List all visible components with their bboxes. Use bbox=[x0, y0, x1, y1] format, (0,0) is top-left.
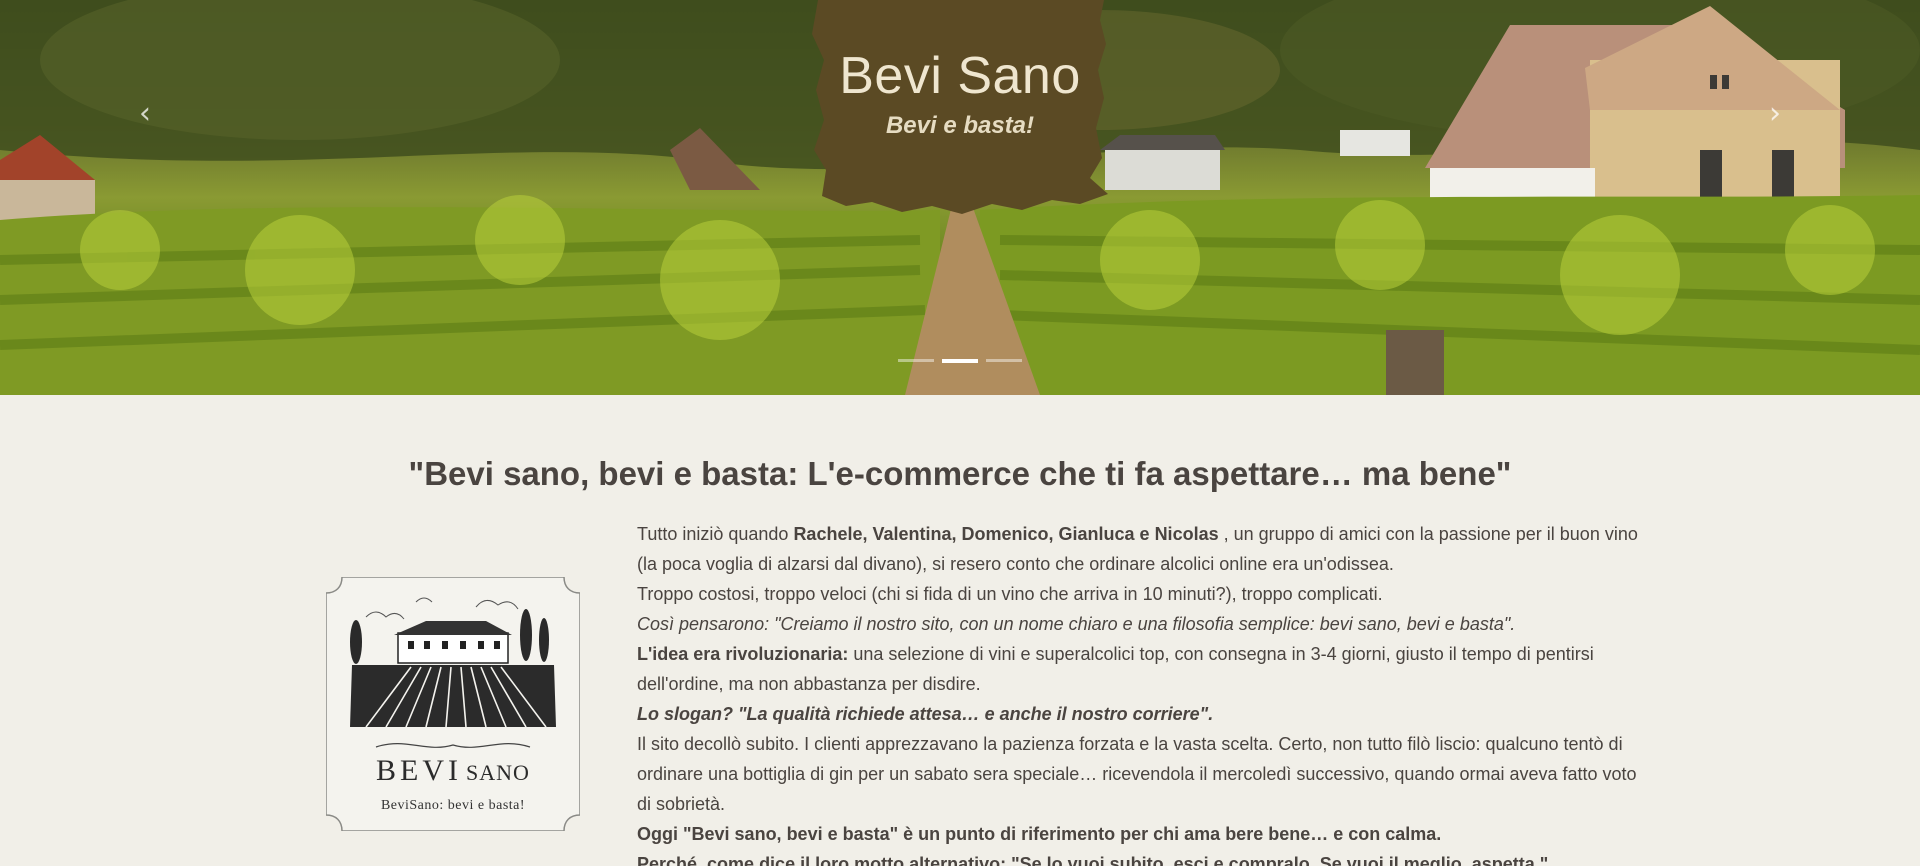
carousel-prev-button[interactable]: ‹ bbox=[130, 96, 160, 132]
hero-carousel: Bevi Sano Bevi e basta! ‹ › bbox=[0, 0, 1920, 395]
story-paragraph-2: Troppo costosi, troppo veloci (chi si fi… bbox=[637, 584, 1383, 604]
chevron-right-icon: › bbox=[1769, 96, 1781, 131]
brand-title: Bevi Sano bbox=[839, 47, 1081, 105]
story-paragraph-4: L'idea era rivoluzionaria: una selezione… bbox=[637, 644, 1594, 694]
logo-word-bevi: BEVI bbox=[376, 754, 463, 787]
founders-names: Rachele, Valentina, Domenico, Gianluca e… bbox=[793, 524, 1219, 544]
logo-word-sano: SANO bbox=[466, 760, 530, 785]
story-paragraph-5: Lo slogan? "La qualità richiede attesa… … bbox=[637, 704, 1214, 724]
bevisano-logo bbox=[326, 577, 580, 831]
logo-wordmark: BEVI SANO bbox=[326, 754, 580, 788]
brand-text: Bevi Sano Bevi e basta! bbox=[812, 46, 1108, 140]
carousel-indicators bbox=[898, 359, 1022, 363]
carousel-indicator-2[interactable] bbox=[942, 359, 978, 363]
story-paragraph-1: Tutto iniziò quando Rachele, Valentina, … bbox=[637, 524, 1638, 574]
carousel-indicator-1[interactable] bbox=[898, 359, 934, 362]
chevron-left-icon: ‹ bbox=[139, 96, 151, 131]
story-paragraph-6: Il sito decollò subito. I clienti apprez… bbox=[637, 734, 1637, 814]
logo-tagline: BeviSano: bevi e basta! bbox=[380, 798, 526, 813]
carousel-indicator-3[interactable] bbox=[986, 359, 1022, 362]
story-paragraph-3: Così pensarono: "Creiamo il nostro sito,… bbox=[637, 614, 1516, 634]
story-text: Tutto iniziò quando Rachele, Valentina, … bbox=[637, 519, 1647, 866]
brand-subtitle: Bevi e basta! bbox=[885, 112, 1035, 139]
carousel-next-button[interactable]: › bbox=[1760, 96, 1790, 132]
story-paragraph-7: Oggi "Bevi sano, bevi e basta" è un punt… bbox=[637, 824, 1442, 844]
page-title: "Bevi sano, bevi e basta: L'e-commerce c… bbox=[408, 455, 1512, 492]
story-paragraph-8: Perché, come dice il loro motto alternat… bbox=[637, 854, 1549, 866]
